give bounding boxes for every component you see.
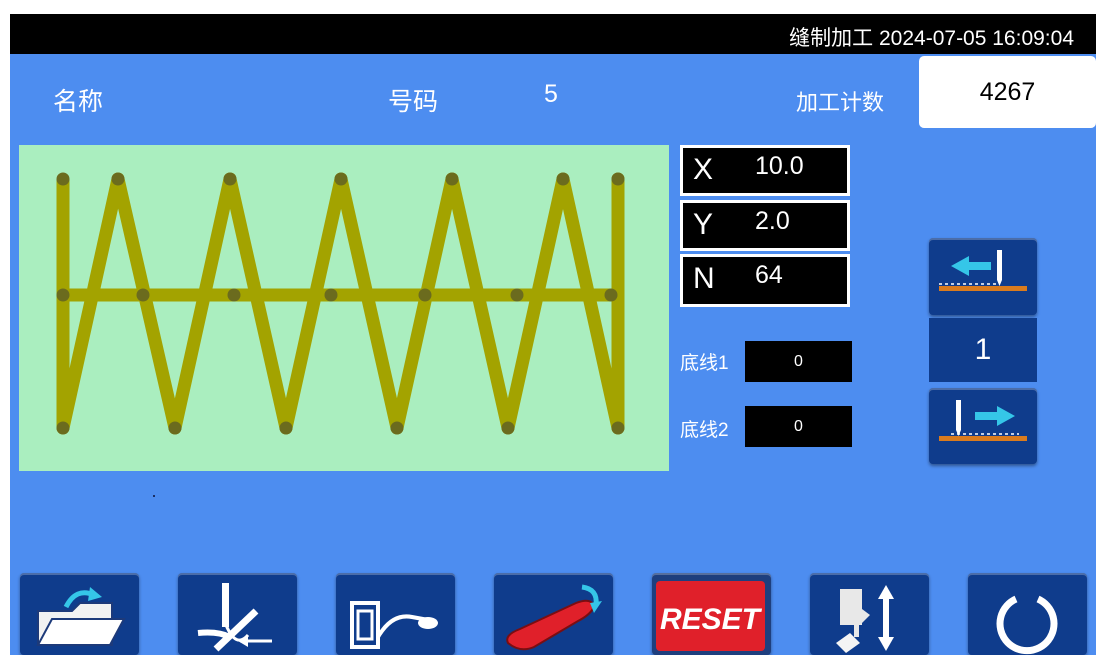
stitch-point bbox=[56, 421, 70, 435]
n-label: N bbox=[693, 262, 715, 295]
reset-button[interactable]: RESET bbox=[652, 573, 771, 655]
stitch-point bbox=[445, 172, 459, 186]
x-readout: X 10.0 bbox=[680, 145, 850, 196]
needle-up-down-icon bbox=[836, 585, 894, 653]
count-value[interactable]: 4267 bbox=[919, 56, 1096, 128]
pattern-preview bbox=[19, 145, 669, 471]
reset-label: RESET bbox=[660, 603, 763, 636]
stitch-point bbox=[56, 288, 70, 302]
needle-back-button[interactable] bbox=[929, 238, 1037, 315]
x-value: 10.0 bbox=[755, 152, 804, 180]
needle-up-down-button[interactable] bbox=[810, 573, 929, 655]
stitch-point bbox=[611, 172, 625, 186]
presser-foot-icon bbox=[506, 584, 602, 651]
thread-trim-icon bbox=[197, 583, 272, 652]
stitch-pattern bbox=[56, 172, 625, 435]
stray-dot bbox=[153, 495, 155, 497]
stitch-point bbox=[611, 421, 625, 435]
bobbin2-label: 底线2 bbox=[680, 420, 729, 441]
stitch-point bbox=[501, 421, 515, 435]
stitch-point bbox=[324, 288, 338, 302]
name-label: 名称 bbox=[53, 88, 104, 116]
n-value: 64 bbox=[755, 261, 783, 289]
bobbin1-label: 底线1 bbox=[680, 353, 729, 374]
x-label: X bbox=[693, 153, 714, 186]
step-value: 1 bbox=[929, 318, 1037, 382]
stitch-point bbox=[556, 172, 570, 186]
y-value: 2.0 bbox=[755, 207, 790, 235]
stitch-point bbox=[227, 288, 241, 302]
top-margin bbox=[0, 0, 1106, 14]
stitch-point bbox=[510, 288, 524, 302]
status-line: 缝制加工 2024-07-05 16:09:04 bbox=[789, 22, 1074, 52]
needle-forward-icon bbox=[939, 400, 1027, 441]
clamp-button[interactable] bbox=[336, 573, 455, 655]
zigzag-stitch-path bbox=[56, 172, 625, 435]
needle-forward-button[interactable] bbox=[929, 388, 1037, 464]
bobbin2-value[interactable]: 0 bbox=[745, 406, 852, 447]
main-panel: 名称 号码 5 加工计数 4267 X 10.0 Y 2.0 N 64 底线1 … bbox=[10, 54, 1096, 655]
power-cycle-button[interactable] bbox=[968, 573, 1087, 655]
stitch-point bbox=[390, 421, 404, 435]
stitch-point bbox=[56, 172, 70, 186]
power-cycle-icon bbox=[996, 595, 1058, 655]
datetime-text: 2024-07-05 16:09:04 bbox=[879, 27, 1074, 50]
stitch-point bbox=[334, 172, 348, 186]
open-file-button[interactable] bbox=[20, 573, 139, 655]
stitch-point bbox=[111, 172, 125, 186]
number-value: 5 bbox=[544, 80, 558, 108]
bobbin1-value[interactable]: 0 bbox=[745, 341, 852, 382]
mode-text: 缝制加工 bbox=[789, 27, 874, 50]
stitch-point bbox=[136, 288, 150, 302]
count-label: 加工计数 bbox=[796, 90, 885, 115]
presser-foot-button[interactable] bbox=[494, 573, 613, 655]
stitch-point bbox=[223, 172, 237, 186]
reset-icon: RESET bbox=[656, 581, 765, 651]
stitch-point bbox=[279, 421, 293, 435]
status-bar: 缝制加工 2024-07-05 16:09:04 bbox=[10, 14, 1096, 54]
number-label: 号码 bbox=[388, 88, 439, 116]
y-label: Y bbox=[693, 208, 714, 241]
n-readout: N 64 bbox=[680, 254, 850, 307]
stitch-point bbox=[168, 421, 182, 435]
thread-trim-button[interactable] bbox=[178, 573, 297, 655]
needle-back-icon bbox=[939, 250, 1027, 291]
y-readout: Y 2.0 bbox=[680, 200, 850, 251]
stitch-point bbox=[604, 288, 618, 302]
stitch-point bbox=[418, 288, 432, 302]
clamp-icon bbox=[350, 601, 438, 649]
folder-open-icon bbox=[36, 587, 126, 646]
